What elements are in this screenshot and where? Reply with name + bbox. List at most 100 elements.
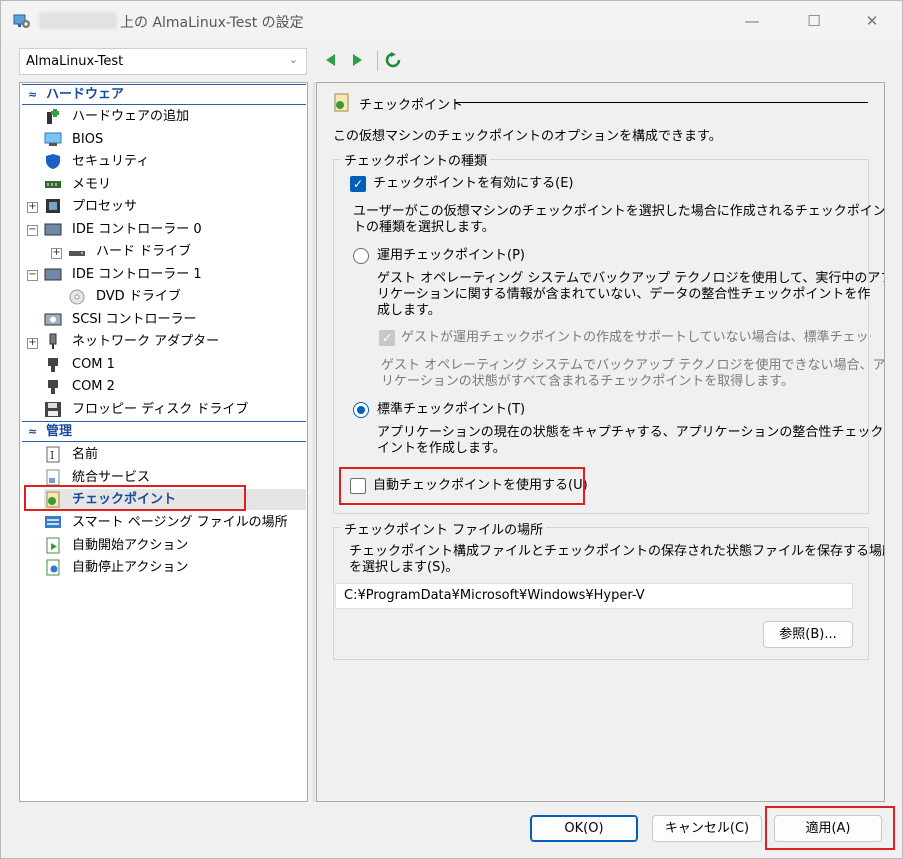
tree-item-bios[interactable]: BIOS xyxy=(44,129,306,150)
tree-item-ide-controller-0[interactable]: IDE コントローラー 0 xyxy=(44,219,306,240)
fallback-desc-line2: リケーションの状態がすべて含まれるチェックポイントを取得します。 xyxy=(381,374,795,389)
collapse-icon[interactable]: ≈ xyxy=(28,422,37,441)
floppy-disk-icon xyxy=(45,402,61,417)
vm-selector-value: AlmaLinux-Test xyxy=(26,54,124,69)
checkpoint-icon xyxy=(334,93,349,112)
checkpoint-type-group-label: チェックポイントの種類 xyxy=(341,150,491,169)
tree-item-label: IDE コントローラー 1 xyxy=(72,267,202,282)
toolbar-separator xyxy=(377,51,378,71)
type-intro-line1: ユーザーがこの仮想マシンのチェックポイントを選択した場合に作成されるチェックポイ… xyxy=(353,204,885,219)
tree-item-dvd-drive[interactable]: DVD ドライブ xyxy=(68,286,306,307)
tree-item-com1[interactable]: COM 1 xyxy=(44,354,306,375)
settings-window: 上の AlmaLinux-Test の設定 — ☐ ✕ AlmaLinux-Te… xyxy=(0,0,903,859)
expand-processor-button[interactable]: + xyxy=(27,202,38,213)
checkpoint-settings-panel: チェックポイント この仮想マシンのチェックポイントのオプションを構成できます。 … xyxy=(316,82,885,802)
integration-services-icon xyxy=(46,469,60,486)
back-arrow-icon[interactable] xyxy=(323,52,339,68)
ide-controller-icon xyxy=(44,268,62,281)
tree-item-smart-paging[interactable]: スマート ページング ファイルの場所 xyxy=(44,512,306,533)
security-shield-icon xyxy=(46,154,60,169)
fallback-desc-line1: ゲスト オペレーティング システムでバックアップ テクノロジを使用できない場合、… xyxy=(381,358,885,373)
tree-item-auto-stop[interactable]: 自動停止アクション xyxy=(44,557,306,578)
ok-button[interactable]: OK(O) xyxy=(530,815,638,842)
close-button[interactable]: ✕ xyxy=(859,9,885,33)
management-category-label: 管理 xyxy=(46,424,73,439)
tree-item-network-adapter[interactable]: ネットワーク アダプター xyxy=(44,331,306,352)
panel-description: この仮想マシンのチェックポイントのオプションを構成できます。 xyxy=(333,129,722,144)
settings-tree: ≈ ハードウェア ハードウェアの追加 BIOS セキュリティ メモリ + プロセ… xyxy=(19,82,308,802)
forward-arrow-icon[interactable] xyxy=(349,52,365,68)
standard-desc-line2: イントを作成します。 xyxy=(377,441,506,456)
tree-item-ide-controller-1[interactable]: IDE コントローラー 1 xyxy=(44,264,306,285)
checkpoint-path-input[interactable]: C:¥ProgramData¥Microsoft¥Windows¥Hyper-V xyxy=(335,583,853,609)
standard-checkpoint-label[interactable]: 標準チェックポイント(T) xyxy=(377,402,525,418)
type-intro-line2: トの種類を選択します。 xyxy=(353,220,495,235)
production-checkpoint-radio[interactable] xyxy=(353,248,369,264)
window-title: 上の AlmaLinux-Test の設定 xyxy=(120,15,304,31)
tree-item-processor[interactable]: プロセッサ xyxy=(44,196,306,217)
tree-item-label: IDE コントローラー 0 xyxy=(72,222,202,237)
standard-checkpoint-radio[interactable] xyxy=(353,402,369,418)
vm-selector-dropdown[interactable]: AlmaLinux-Test ⌄ xyxy=(19,48,307,75)
standard-desc-line1: アプリケーションの現在の状態をキャプチャする、アプリケーションの整合性チェックポ xyxy=(377,425,885,440)
tree-item-label: セキュリティ xyxy=(72,154,150,169)
name-icon: I xyxy=(46,446,60,463)
tree-item-name[interactable]: I 名前 xyxy=(44,444,306,465)
collapse-ide1-button[interactable]: − xyxy=(27,270,38,281)
tree-item-label: BIOS xyxy=(72,132,104,147)
collapse-icon[interactable]: ≈ xyxy=(28,85,37,104)
pane-splitter[interactable] xyxy=(313,82,315,802)
tree-item-label: 自動開始アクション xyxy=(72,538,189,553)
svg-text:I: I xyxy=(50,449,54,462)
tree-item-label: メモリ xyxy=(72,177,112,192)
location-desc-line2: を選択します(S)。 xyxy=(349,560,459,575)
browse-button[interactable]: 参照(B)... xyxy=(763,621,853,648)
tree-item-auto-start[interactable]: 自動開始アクション xyxy=(44,535,306,556)
cancel-button[interactable]: キャンセル(C) xyxy=(652,815,762,842)
expand-network-adapter-button[interactable]: + xyxy=(27,338,38,349)
checkpoint-location-group-label: チェックポイント ファイルの場所 xyxy=(341,519,547,538)
ide-controller-icon xyxy=(44,223,62,236)
tree-item-scsi-controller[interactable]: SCSI コントローラー xyxy=(44,309,306,330)
com-port-icon xyxy=(48,358,58,372)
fallback-standard-label[interactable]: ゲストが運用チェックポイントの作成をサポートしていない場合は、標準チェックポイ xyxy=(401,330,871,346)
refresh-icon[interactable] xyxy=(385,52,401,68)
highlight-box-apply xyxy=(765,806,895,850)
collapse-ide0-button[interactable]: − xyxy=(27,225,38,236)
tree-item-memory[interactable]: メモリ xyxy=(44,174,306,195)
production-desc-line2: リケーションに関する情報が含まれていない、データの整合性チェックポイントを作 xyxy=(377,287,871,302)
hardware-category-header[interactable]: ≈ ハードウェア xyxy=(22,84,306,105)
tree-item-floppy-drive[interactable]: フロッピー ディスク ドライブ xyxy=(44,399,306,420)
tree-item-label: フロッピー ディスク ドライブ xyxy=(72,402,249,417)
network-adapter-icon xyxy=(49,333,57,349)
tree-item-label: COM 1 xyxy=(72,357,115,372)
scsi-controller-icon xyxy=(44,313,62,326)
hardware-category-label: ハードウェア xyxy=(46,87,125,102)
title-bar: 上の AlmaLinux-Test の設定 — ☐ ✕ xyxy=(1,1,902,41)
tree-item-label: COM 2 xyxy=(72,379,115,394)
expand-hard-drive-button[interactable]: + xyxy=(51,248,62,259)
highlight-box-checkpoint xyxy=(24,485,246,511)
tree-item-com2[interactable]: COM 2 xyxy=(44,376,306,397)
hard-drive-icon xyxy=(69,251,85,256)
tree-item-security[interactable]: セキュリティ xyxy=(44,151,306,172)
production-desc-line3: 成します。 xyxy=(377,303,441,318)
tree-item-label: ネットワーク アダプター xyxy=(72,334,220,349)
maximize-button[interactable]: ☐ xyxy=(801,9,827,33)
production-checkpoint-label[interactable]: 運用チェックポイント(P) xyxy=(377,248,525,264)
memory-icon xyxy=(45,181,61,188)
fallback-standard-checkbox[interactable]: ✓ xyxy=(379,330,395,346)
tree-item-label: SCSI コントローラー xyxy=(72,312,197,327)
management-category-header[interactable]: ≈ 管理 xyxy=(22,421,306,442)
highlight-box-auto-checkpoint xyxy=(339,467,585,505)
processor-icon xyxy=(46,199,60,213)
smart-paging-icon xyxy=(45,516,61,528)
bios-icon xyxy=(44,132,62,146)
enable-checkpoints-checkbox[interactable]: ✓ xyxy=(350,176,366,192)
redacted-host-name xyxy=(39,12,117,29)
minimize-button[interactable]: — xyxy=(739,9,765,33)
com-port-icon xyxy=(48,380,58,394)
tree-item-hard-drive[interactable]: ハード ドライブ xyxy=(68,241,306,262)
tree-item-add-hardware[interactable]: ハードウェアの追加 xyxy=(44,106,306,127)
enable-checkpoints-label[interactable]: チェックポイントを有効にする(E) xyxy=(373,176,574,192)
